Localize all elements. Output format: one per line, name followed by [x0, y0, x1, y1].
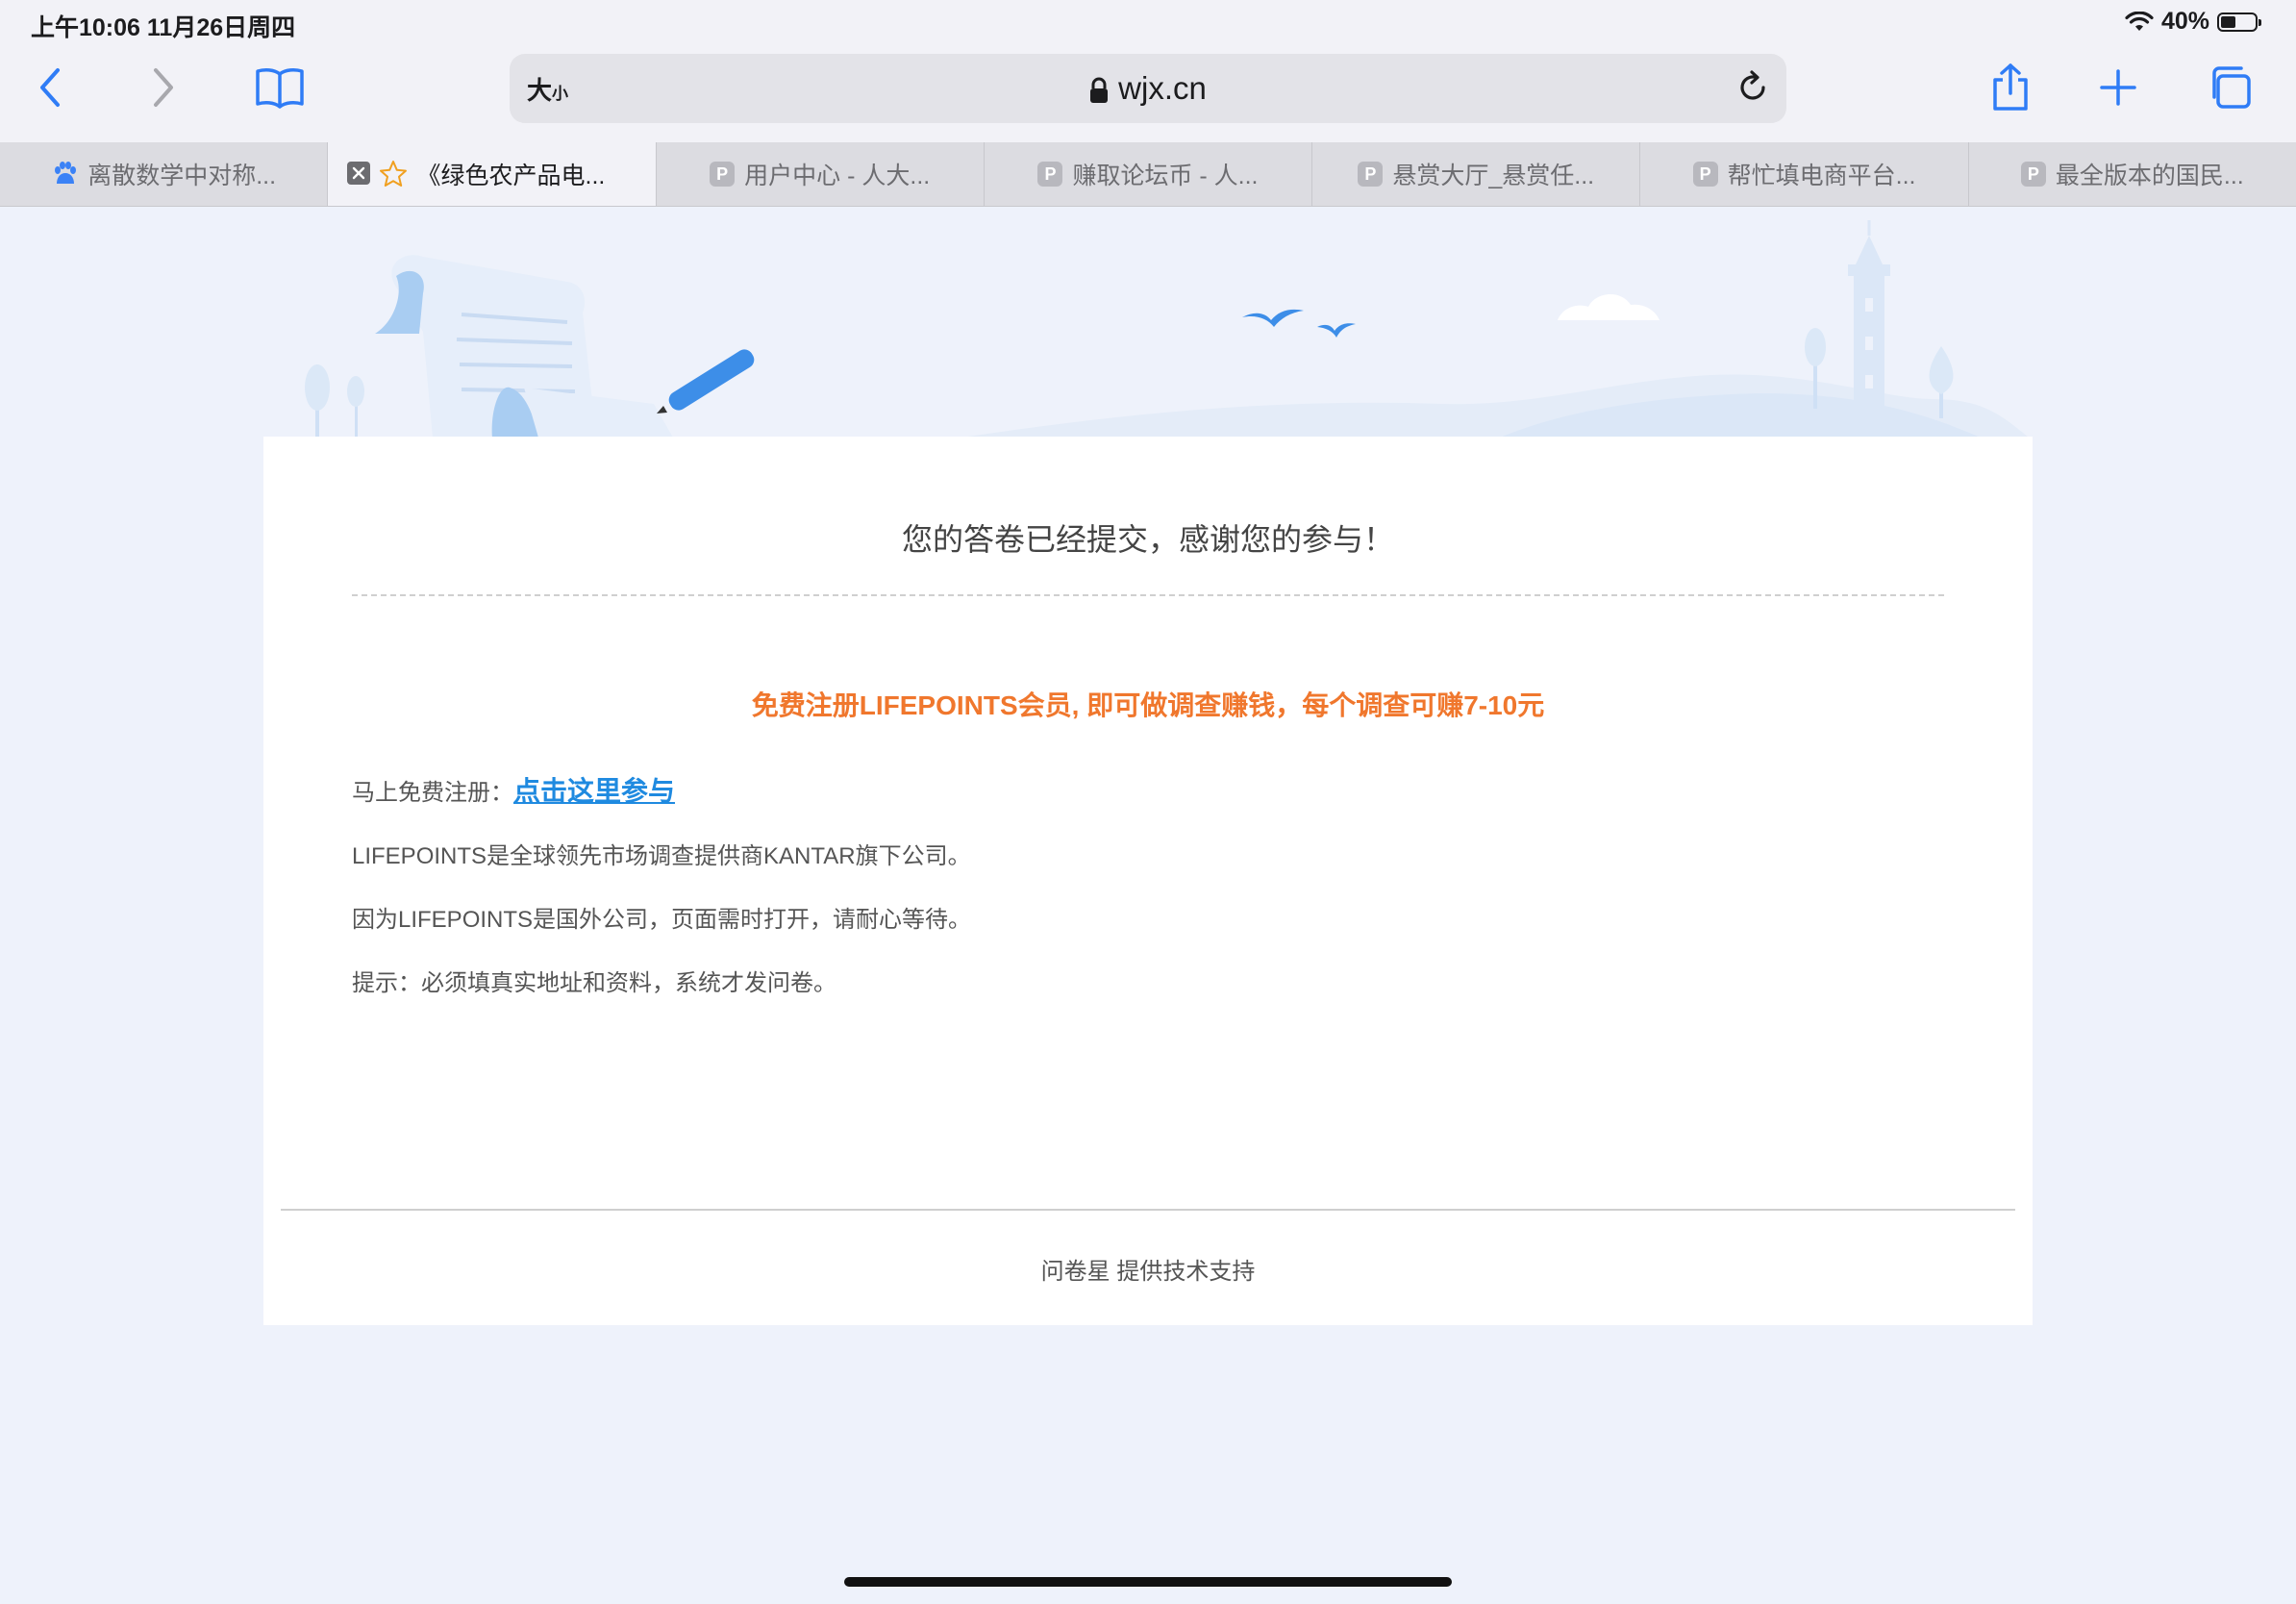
info-line-1: LIFEPOINTS是全球领先市场调查提供商KANTAR旗下公司。 — [352, 843, 971, 869]
dashed-divider — [352, 594, 1944, 596]
tab-bar: 离散数学中对称... 《绿色农产品电... P 用户中心 - 人大... P 赚… — [0, 142, 2296, 207]
bird-icon — [1242, 309, 1356, 338]
favicon-p-icon: P — [2020, 162, 2046, 187]
tab-1[interactable]: 离散数学中对称... — [0, 142, 327, 206]
tab-title: 帮忙填电商平台... — [1727, 163, 1916, 189]
tab-title: 《绿色农产品电... — [416, 163, 606, 189]
footer-text: 提供技术支持 — [1110, 1259, 1256, 1285]
reload-button[interactable] — [1734, 69, 1771, 111]
tab-title: 离散数学中对称... — [87, 163, 277, 189]
tab-title: 悬赏大厅_悬赏任... — [1392, 163, 1595, 189]
bookmarks-button[interactable] — [248, 56, 312, 119]
forward-button[interactable] — [131, 56, 194, 119]
tab-title: 赚取论坛币 - 人... — [1072, 163, 1259, 189]
tabs-overview-button[interactable] — [2198, 56, 2261, 119]
header-illustration — [305, 220, 2029, 438]
favicon-p-icon: P — [1692, 162, 1718, 187]
status-time-date: 上午10:06 11月26日周四 — [31, 14, 296, 41]
chevron-right-icon — [154, 68, 173, 107]
tabs-icon — [2212, 66, 2251, 109]
status-indicators: 40% — [2125, 8, 2261, 36]
tab-2-active[interactable]: 《绿色农产品电... — [327, 142, 656, 206]
tab-title: 最全版本的国民... — [2055, 163, 2244, 189]
tab-3[interactable]: P 用户中心 - 人大... — [655, 142, 984, 206]
cloud-icon — [1558, 293, 1660, 320]
share-button[interactable] — [1979, 56, 2042, 119]
favicon-p-icon: P — [1358, 162, 1384, 187]
lighthouse-icon — [1848, 220, 1890, 438]
register-link[interactable]: 点击这里参与 — [513, 776, 675, 806]
tab-title: 用户中心 - 人大... — [744, 163, 931, 189]
tab-close-button[interactable] — [347, 162, 371, 185]
register-label: 马上免费注册： — [352, 780, 513, 806]
lock-icon — [1090, 77, 1109, 104]
tab-4[interactable]: P 赚取论坛币 - 人... — [983, 142, 1311, 206]
favicon-p-icon: P — [1037, 162, 1063, 187]
star-icon — [379, 161, 407, 187]
result-card: 您的答卷已经提交，感谢您的参与！ 免费注册LIFEPOINTS会员, 即可做调查… — [263, 437, 2033, 1325]
battery-icon — [2217, 12, 2261, 32]
share-icon — [1993, 63, 2028, 111]
status-bar: 上午10:06 11月26日周四 40% — [0, 0, 2296, 42]
tab-5[interactable]: P 悬赏大厅_悬赏任... — [1311, 142, 1639, 206]
wifi-icon — [2125, 11, 2154, 31]
footer-divider — [281, 1209, 2015, 1211]
register-line: 马上免费注册：点击这里参与 — [352, 770, 675, 809]
promo-headline: 免费注册LIFEPOINTS会员, 即可做调查赚钱，每个调查可赚7-10元 — [751, 690, 1545, 720]
browser-toolbar: 大小 wjx.cn — [0, 42, 2296, 142]
info-line-3: 提示：必须填真实地址和资料，系统才发问卷。 — [352, 970, 836, 996]
pen-icon — [657, 349, 755, 414]
footer-credit: 问卷星 提供技术支持 — [263, 1252, 2033, 1286]
submission-thanks-message: 您的答卷已经提交，感谢您的参与！ — [901, 522, 1394, 557]
home-indicator — [844, 1577, 1452, 1587]
address-bar[interactable]: 大小 wjx.cn — [510, 54, 1786, 123]
baidu-paw-icon — [55, 162, 77, 184]
chevron-left-icon — [40, 68, 60, 107]
plus-icon — [2100, 69, 2136, 106]
info-line-2: 因为LIFEPOINTS是国外公司，页面需时打开，请耐心等待。 — [352, 907, 972, 933]
favicon-p-icon: P — [710, 162, 736, 187]
url-display[interactable]: wjx.cn — [510, 70, 1786, 107]
footer-brand-link[interactable]: 问卷星 — [1041, 1259, 1111, 1285]
battery-percent: 40% — [2160, 8, 2209, 35]
tree-icon — [305, 364, 364, 438]
close-icon — [353, 166, 365, 180]
back-button[interactable] — [19, 56, 83, 119]
book-icon — [256, 68, 304, 109]
new-tab-button[interactable] — [2086, 56, 2150, 119]
reload-icon — [1740, 70, 1765, 100]
tab-6[interactable]: P 帮忙填电商平台... — [1639, 142, 1967, 206]
url-text: wjx.cn — [1118, 70, 1207, 106]
document-scroll-icon — [375, 255, 673, 438]
tab-7[interactable]: P 最全版本的国民... — [1967, 142, 2296, 206]
